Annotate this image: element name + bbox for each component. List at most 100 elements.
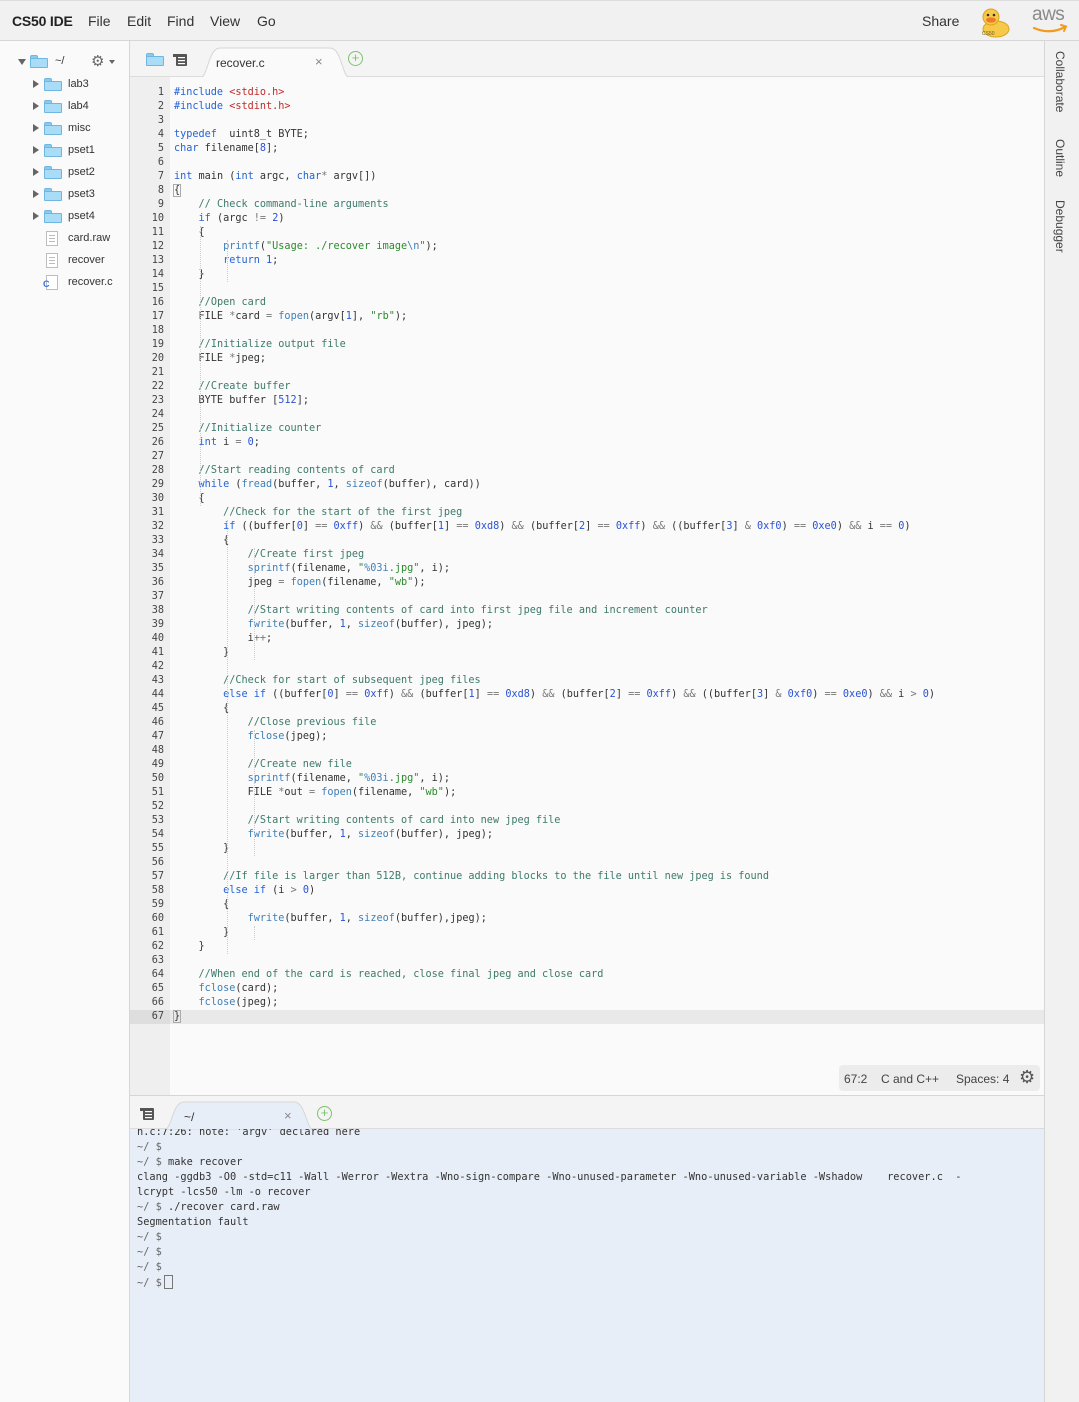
code-line[interactable]: fclose(jpeg); — [170, 996, 1044, 1010]
tree-item-pset3[interactable]: pset3 — [0, 185, 128, 205]
code-line[interactable] — [170, 450, 1044, 464]
app-brand[interactable]: CS50 IDE — [12, 13, 73, 29]
code-line[interactable]: if ((buffer[0] == 0xff) && (buffer[1] ==… — [170, 520, 1044, 534]
close-terminal-icon[interactable]: × — [284, 1108, 292, 1123]
code-line[interactable]: //Check for start of subsequent jpeg fil… — [170, 674, 1044, 688]
code-line[interactable]: //Check for the start of the first jpeg — [170, 506, 1044, 520]
code-line[interactable]: //If file is larger than 512B, continue … — [170, 870, 1044, 884]
code-line[interactable]: { — [170, 226, 1044, 240]
code-line[interactable]: sprintf(filename, "%03i.jpg", i); — [170, 772, 1044, 786]
caret-right-icon[interactable] — [33, 80, 39, 88]
tree-root[interactable]: ~/ ⚙ — [18, 54, 128, 70]
code-line[interactable] — [170, 282, 1044, 296]
document-list-icon[interactable] — [173, 53, 187, 71]
code-line[interactable]: } — [170, 926, 1044, 940]
code-line[interactable]: fclose(jpeg); — [170, 730, 1044, 744]
code-line[interactable]: fwrite(buffer, 1, sizeof(buffer), jpeg); — [170, 618, 1044, 632]
code-line[interactable]: int main (int argc, char* argv[]) — [170, 170, 1044, 184]
menu-edit[interactable]: Edit — [127, 13, 151, 29]
code-line[interactable]: //Create buffer — [170, 380, 1044, 394]
code-line[interactable] — [170, 366, 1044, 380]
code-line[interactable] — [170, 156, 1044, 170]
code-line[interactable] — [170, 324, 1044, 338]
cursor-position[interactable]: 67:2 — [844, 1072, 867, 1086]
code-line[interactable]: // Check command-line arguments — [170, 198, 1044, 212]
code-line[interactable]: //Initialize output file — [170, 338, 1044, 352]
code-line[interactable]: //Open card — [170, 296, 1044, 310]
add-tab-icon[interactable]: + — [348, 51, 363, 66]
tree-item-pset1[interactable]: pset1 — [0, 141, 128, 161]
code-line[interactable]: else if (i > 0) — [170, 884, 1044, 898]
code-line[interactable]: #include <stdint.h> — [170, 100, 1044, 114]
code-line[interactable]: i++; — [170, 632, 1044, 646]
code-line[interactable]: //Start writing contents of card into ne… — [170, 814, 1044, 828]
tree-item-card-raw[interactable]: card.raw — [0, 229, 128, 249]
code-line[interactable]: sprintf(filename, "%03i.jpg", i); — [170, 562, 1044, 576]
caret-right-icon[interactable] — [33, 102, 39, 110]
code-line[interactable]: #include <stdio.h> — [170, 86, 1044, 100]
chevron-down-icon[interactable] — [109, 60, 115, 64]
code-line[interactable]: BYTE buffer [512]; — [170, 394, 1044, 408]
code-line[interactable]: fwrite(buffer, 1, sizeof(buffer), jpeg); — [170, 828, 1044, 842]
code-line[interactable]: { — [170, 702, 1044, 716]
code-line[interactable] — [170, 590, 1044, 604]
code-line[interactable]: printf("Usage: ./recover image\n"); — [170, 240, 1044, 254]
caret-right-icon[interactable] — [33, 124, 39, 132]
tree-item-misc[interactable]: misc — [0, 119, 128, 139]
code-line[interactable]: } — [170, 1010, 1044, 1024]
code-line[interactable]: FILE *out = fopen(filename, "wb"); — [170, 786, 1044, 800]
code-line[interactable]: } — [170, 268, 1044, 282]
code-line[interactable]: int i = 0; — [170, 436, 1044, 450]
duck-debugger-icon[interactable]: CS50 — [977, 5, 1011, 39]
language-mode[interactable]: C and C++ — [881, 1072, 939, 1086]
caret-right-icon[interactable] — [33, 190, 39, 198]
terminal-cursor[interactable] — [163, 1275, 173, 1289]
code-line[interactable] — [170, 114, 1044, 128]
code-line[interactable]: if (argc != 2) — [170, 212, 1044, 226]
code-line[interactable] — [170, 408, 1044, 422]
code-line[interactable] — [170, 954, 1044, 968]
tree-item-pset2[interactable]: pset2 — [0, 163, 128, 183]
code-line[interactable]: } — [170, 940, 1044, 954]
menu-view[interactable]: View — [210, 13, 240, 29]
code-line[interactable]: char filename[8]; — [170, 142, 1044, 156]
code-line[interactable]: jpeg = fopen(filename, "wb"); — [170, 576, 1044, 590]
settings-gear-icon[interactable]: ⚙ — [1019, 1067, 1035, 1088]
panel-collaborate[interactable]: Collaborate — [1053, 51, 1067, 112]
code-line[interactable]: while (fread(buffer, 1, sizeof(buffer), … — [170, 478, 1044, 492]
code-line[interactable] — [170, 800, 1044, 814]
code-line[interactable] — [170, 744, 1044, 758]
caret-right-icon[interactable] — [33, 146, 39, 154]
code-line[interactable]: else if ((buffer[0] == 0xff) && (buffer[… — [170, 688, 1044, 702]
code-line[interactable]: typedef uint8_t BYTE; — [170, 128, 1044, 142]
document-list-icon[interactable] — [140, 1107, 154, 1125]
code-line[interactable]: FILE *jpeg; — [170, 352, 1044, 366]
panel-debugger[interactable]: Debugger — [1053, 200, 1067, 253]
caret-right-icon[interactable] — [33, 168, 39, 176]
code-line[interactable]: } — [170, 646, 1044, 660]
code-line[interactable]: fclose(card); — [170, 982, 1044, 996]
code-line[interactable] — [170, 660, 1044, 674]
code-line[interactable]: } — [170, 842, 1044, 856]
code-line[interactable] — [170, 856, 1044, 870]
menu-file[interactable]: File — [88, 13, 111, 29]
tree-item-lab4[interactable]: lab4 — [0, 97, 128, 117]
code-line[interactable]: //When end of the card is reached, close… — [170, 968, 1044, 982]
indent-setting[interactable]: Spaces: 4 — [956, 1072, 1009, 1086]
close-tab-icon[interactable]: × — [315, 54, 323, 69]
code-line[interactable]: return 1; — [170, 254, 1044, 268]
caret-right-icon[interactable] — [33, 212, 39, 220]
tree-item-recover-c[interactable]: Crecover.c — [0, 273, 128, 293]
menu-find[interactable]: Find — [167, 13, 194, 29]
code-line[interactable]: fwrite(buffer, 1, sizeof(buffer),jpeg); — [170, 912, 1044, 926]
caret-down-icon[interactable] — [18, 59, 26, 65]
code-line[interactable]: //Initialize counter — [170, 422, 1044, 436]
code-line[interactable]: //Create first jpeg — [170, 548, 1044, 562]
terminal-output[interactable]: n.c:7:26: note: 'argv' declared here ~/ $… — [130, 1129, 1044, 1402]
gear-icon[interactable]: ⚙ — [91, 54, 104, 69]
code-line[interactable]: //Start reading contents of card — [170, 464, 1044, 478]
code-line[interactable]: { — [170, 534, 1044, 548]
code-editor[interactable]: #include <stdio.h> #include <stdint.h> typ… — [170, 77, 1044, 1095]
code-line[interactable]: { — [170, 184, 1044, 198]
code-line[interactable]: FILE *card = fopen(argv[1], "rb"); — [170, 310, 1044, 324]
